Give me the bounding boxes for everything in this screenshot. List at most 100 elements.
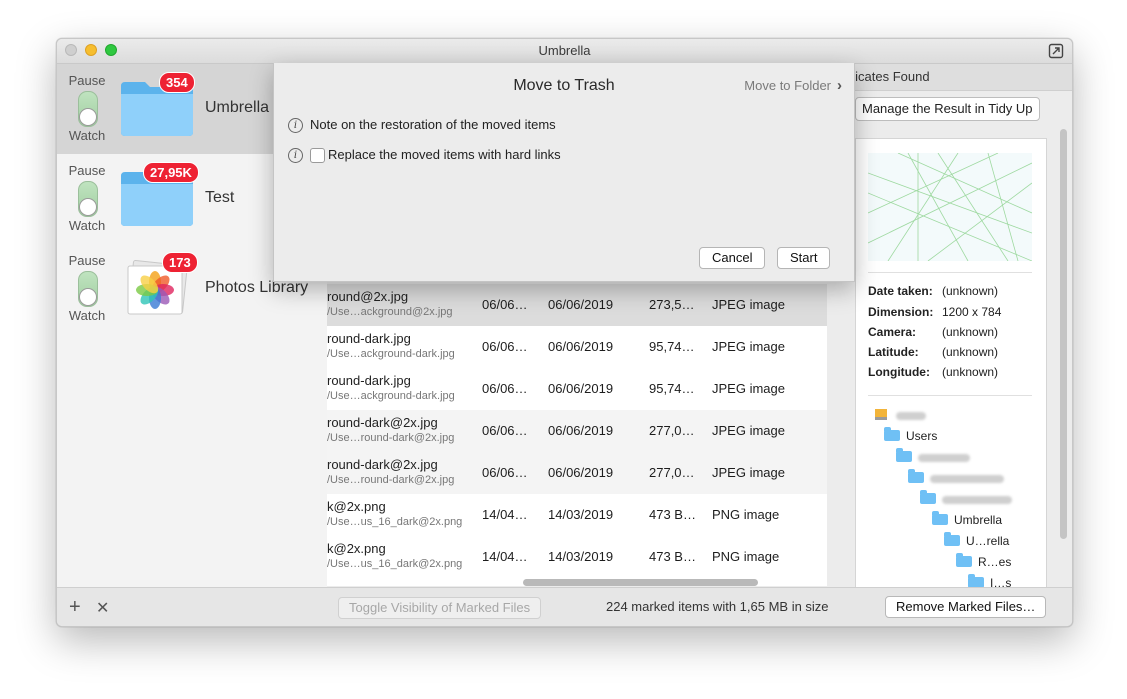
blurred-label bbox=[918, 453, 970, 462]
close-icon[interactable]: ✕ bbox=[96, 598, 109, 618]
image-preview bbox=[868, 153, 1032, 261]
tree-item-resources[interactable]: R…es bbox=[956, 553, 1012, 569]
table-row[interactable]: k@2x.png /Use…us_16_dark@2x.png 14/04… 1… bbox=[327, 536, 827, 578]
file-path: /Use…us_16_dark@2x.png bbox=[327, 516, 463, 528]
detail-key: Latitude: bbox=[868, 345, 919, 359]
modified-date: 06/06… bbox=[482, 423, 528, 438]
duplicates-header: plicates Found bbox=[841, 64, 1072, 91]
divider bbox=[868, 395, 1032, 396]
bottom-bar: + ✕ Toggle Visibility of Marked Files 22… bbox=[57, 587, 1072, 626]
file-size: 95,74… bbox=[649, 339, 695, 354]
tree-item-users[interactable]: Users bbox=[884, 427, 938, 443]
remove-marked-files-button[interactable]: Remove Marked Files… bbox=[885, 596, 1047, 618]
file-kind: JPEG image bbox=[712, 423, 785, 438]
drive-icon bbox=[875, 409, 887, 420]
folder-icon bbox=[908, 469, 924, 483]
file-size: 95,74… bbox=[649, 381, 695, 396]
info-icon[interactable]: i bbox=[288, 118, 303, 133]
toggle-knob bbox=[79, 198, 97, 216]
toggle-knob bbox=[79, 288, 97, 306]
tree-item-user[interactable] bbox=[896, 448, 970, 464]
vertical-scrollbar[interactable] bbox=[1060, 129, 1067, 539]
tree-item-umbrella[interactable]: Umbrella bbox=[932, 511, 1003, 527]
restoration-note: Note on the restoration of the moved ite… bbox=[310, 117, 556, 132]
table-row[interactable]: round@2x.jpg /Use…ackground@2x.jpg 06/06… bbox=[327, 284, 827, 326]
detail-latitude: Latitude: (unknown) bbox=[868, 345, 998, 359]
duplicates-found-label: plicates Found bbox=[845, 69, 930, 84]
file-kind: JPEG image bbox=[712, 381, 785, 396]
table-row[interactable]: round-dark.jpg /Use…ackground-dark.jpg 0… bbox=[327, 326, 827, 368]
watch-label: Watch bbox=[68, 308, 106, 323]
file-kind: JPEG image bbox=[712, 297, 785, 312]
tree-item-programming[interactable] bbox=[908, 469, 1004, 485]
modified-date: 14/04… bbox=[482, 507, 528, 522]
detail-key: Dimension: bbox=[868, 305, 934, 319]
info-icon[interactable]: i bbox=[288, 148, 303, 163]
toggle-knob bbox=[79, 108, 97, 126]
created-date: 06/06/2019 bbox=[548, 297, 614, 312]
tree-item-label: R…es bbox=[978, 555, 1012, 569]
file-path: /Use…round-dark@2x.jpg bbox=[327, 432, 455, 444]
file-size: 473 B… bbox=[649, 549, 695, 564]
details-panel: plicates Found Manage the Result in Tidy… bbox=[841, 64, 1072, 589]
file-name: round-dark.jpg bbox=[327, 331, 411, 346]
file-size: 277,0… bbox=[649, 423, 695, 438]
watch-label: Watch bbox=[68, 218, 106, 233]
marked-items-info: 224 marked items with 1,65 MB in size bbox=[606, 599, 829, 614]
table-row[interactable]: round-dark@2x.jpg /Use…round-dark@2x.jpg… bbox=[327, 410, 827, 452]
folder-icon bbox=[920, 490, 936, 504]
start-button[interactable]: Start bbox=[777, 247, 831, 269]
blurred-label bbox=[896, 411, 926, 420]
expand-icon[interactable] bbox=[1048, 43, 1064, 59]
file-path: /Use…ackground@2x.jpg bbox=[327, 306, 453, 318]
created-date: 06/06/2019 bbox=[548, 381, 614, 396]
detail-date-taken: Date taken: (unknown) bbox=[868, 284, 998, 298]
folder-icon bbox=[944, 532, 960, 546]
detail-key: Date taken: bbox=[868, 284, 933, 298]
divider bbox=[868, 272, 1032, 273]
file-kind: PNG image bbox=[712, 507, 780, 522]
table-row[interactable]: round-dark.jpg /Use…ackground-dark.jpg 0… bbox=[327, 368, 827, 410]
folder-icon bbox=[884, 427, 900, 441]
pause-watch-toggle[interactable] bbox=[78, 91, 98, 127]
file-path: /Use…round-dark@2x.jpg bbox=[327, 474, 455, 486]
detail-dimension: Dimension: 1200 x 784 bbox=[868, 305, 1001, 319]
tree-item-project[interactable] bbox=[920, 490, 1012, 506]
tree-item-drive[interactable] bbox=[874, 407, 926, 422]
window-title: Umbrella bbox=[538, 43, 591, 58]
cancel-button[interactable]: Cancel bbox=[699, 247, 766, 269]
table-row[interactable]: round-dark@2x.jpg /Use…round-dark@2x.jpg… bbox=[327, 452, 827, 494]
modified-date: 06/06… bbox=[482, 339, 528, 354]
created-date: 14/03/2019 bbox=[548, 549, 614, 564]
file-details: Date taken: (unknown) Dimension: 1200 x 78… bbox=[855, 138, 1047, 589]
pause-watch-toggle[interactable] bbox=[78, 181, 98, 217]
file-kind: JPEG image bbox=[712, 465, 785, 480]
file-name: round-dark@2x.jpg bbox=[327, 457, 438, 472]
results-table: round@2x.jpg /Use…ackground@2x.jpg 06/06… bbox=[327, 284, 827, 586]
file-path: /Use…us_16_dark@2x.png bbox=[327, 558, 463, 570]
created-date: 14/03/2019 bbox=[548, 507, 614, 522]
table-row[interactable]: k@2x.png /Use…us_16_dark@2x.png 14/04… 1… bbox=[327, 494, 827, 536]
horizontal-scrollbar[interactable] bbox=[523, 579, 758, 586]
tidy-up-button[interactable]: Manage the Result in Tidy Up bbox=[855, 97, 1040, 121]
pause-watch-toggle[interactable] bbox=[78, 271, 98, 307]
file-path: /Use…ackground-dark.jpg bbox=[327, 390, 455, 402]
blurred-label bbox=[930, 474, 1004, 483]
plus-icon[interactable]: + bbox=[69, 596, 81, 619]
detail-key: Camera: bbox=[868, 325, 917, 339]
toggle-visibility-button[interactable]: Toggle Visibility of Marked Files bbox=[338, 597, 542, 619]
file-path: /Use…ackground-dark.jpg bbox=[327, 348, 455, 360]
move-to-folder-link[interactable]: Move to Folder › bbox=[744, 77, 842, 94]
folder-icon bbox=[896, 448, 912, 462]
file-name: round@2x.jpg bbox=[327, 289, 409, 304]
tree-item-umbrella-sub[interactable]: U…rella bbox=[944, 532, 1009, 548]
tree-item-label: Users bbox=[906, 429, 938, 443]
hard-links-checkbox[interactable] bbox=[310, 148, 325, 163]
count-badge: 354 bbox=[159, 72, 195, 93]
modified-date: 14/04… bbox=[482, 549, 528, 564]
detail-key: Longitude: bbox=[868, 365, 930, 379]
pause-label: Pause bbox=[68, 73, 106, 88]
tree-item-label: Umbrella bbox=[954, 513, 1003, 527]
detail-value: (unknown) bbox=[942, 345, 999, 359]
modified-date: 06/06… bbox=[482, 381, 528, 396]
